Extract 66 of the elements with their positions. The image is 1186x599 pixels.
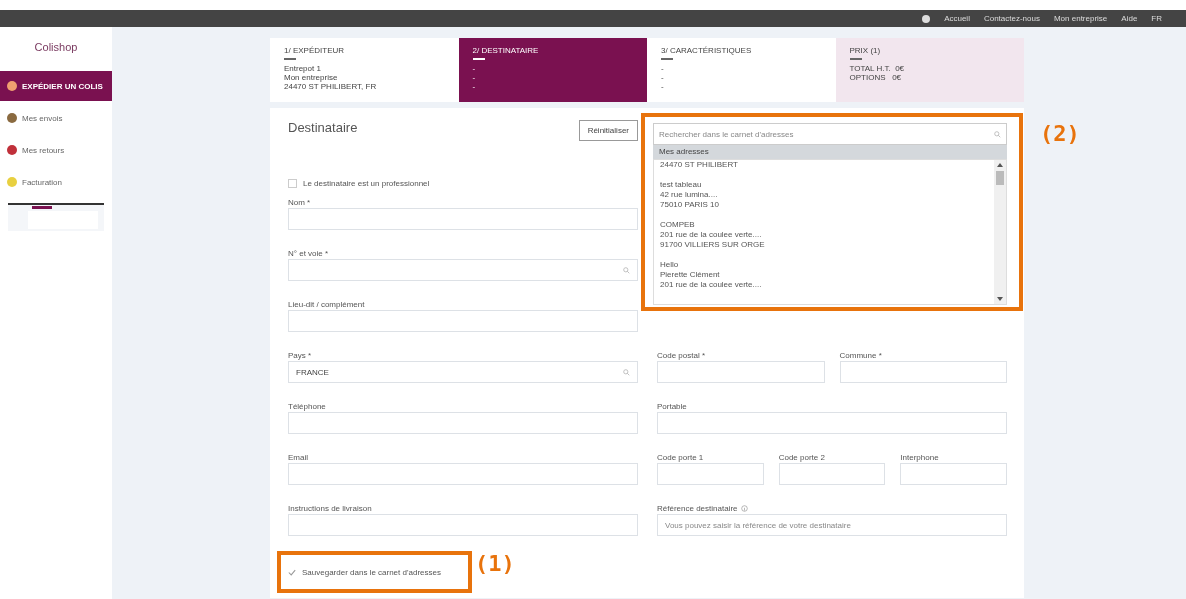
input-field[interactable] (657, 412, 1007, 434)
input-field[interactable] (288, 463, 638, 485)
field-label: Pays * (288, 350, 312, 360)
annotation-label: (2) (1040, 121, 1080, 146)
top-link[interactable]: Aide (1121, 14, 1138, 23)
sidebar-item[interactable]: EXPÉDIER UN COLIS (0, 71, 112, 101)
input-field[interactable] (288, 514, 638, 536)
up-arrow-icon[interactable] (997, 163, 1003, 167)
field-label: Code postal * (657, 350, 706, 360)
checkbox[interactable] (287, 567, 296, 577)
field-label: N° et voie * (288, 248, 329, 258)
input-field[interactable] (657, 463, 764, 485)
sidebar-item[interactable]: Mes envois (0, 103, 112, 133)
info-icon (740, 504, 748, 512)
field-label: Email (288, 452, 308, 462)
sidebar-item[interactable]: Facturation (0, 167, 112, 197)
top-link[interactable]: Contactez-nous (983, 14, 1040, 23)
search-icon (994, 130, 1001, 138)
input-field[interactable] (900, 463, 1007, 485)
search-icon (623, 266, 630, 274)
globe-icon[interactable] (922, 14, 931, 23)
form-title: Destinataire (288, 120, 358, 135)
top-link[interactable]: FR (1151, 14, 1162, 23)
field-label: Code porte 2 (778, 452, 825, 462)
top-link[interactable]: Accueil (944, 14, 970, 23)
checkbox-label: Sauvegarder dans le carnet d'adresses (302, 567, 441, 577)
field-label: Commune * (839, 350, 882, 360)
field-label: Interphone (900, 452, 939, 462)
logo: Colishop (33, 41, 79, 53)
field-label: Nom * (288, 197, 311, 207)
input-field[interactable] (778, 463, 886, 485)
address-option[interactable]: 24470 ST PHILIBERT (660, 160, 988, 170)
field-label: Code porte 1 (657, 452, 704, 462)
input-field[interactable]: Vous pouvez saisir la référence de votre destinataire (657, 514, 1007, 536)
field-label: Lieu-dit / complément (288, 299, 365, 309)
top-link[interactable]: Mon entreprise (1053, 14, 1108, 23)
input-field[interactable] (288, 310, 638, 332)
step-tab[interactable]: 2/ DESTINATAIRE - - - (458, 38, 647, 102)
scrollbar[interactable] (994, 160, 1006, 304)
address-search-field[interactable]: Rechercher dans le carnet d'adresses (653, 123, 1007, 145)
input-field[interactable] (288, 208, 638, 230)
search-icon (623, 368, 630, 376)
step-tab[interactable]: 1/ EXPÉDITEUR Entrepot 1 Mon entreprise 24470 ST PHILIBERT, FR (270, 38, 459, 102)
field-label: Instructions de livraison (288, 503, 372, 513)
step-tab[interactable]: 3/ CARACTÉRISTIQUES - - - (647, 38, 836, 102)
checkbox-label: Le destinataire est un professionnel (303, 178, 430, 188)
input-field[interactable] (288, 412, 638, 434)
sidebar-item[interactable]: Mes retours (0, 135, 112, 165)
annotation-label: (1) (475, 551, 515, 576)
input-field[interactable]: FRANCE (288, 361, 638, 383)
checkbox[interactable] (288, 178, 297, 188)
down-arrow-icon[interactable] (997, 297, 1003, 301)
input-field[interactable] (288, 259, 638, 281)
checkmark-icon (287, 568, 296, 576)
reset-button[interactable]: Réinitialiser (578, 120, 638, 141)
scrollbar-thumb[interactable] (996, 171, 1004, 185)
group-header: Mes adresses (653, 145, 1007, 159)
field-label: Téléphone (288, 401, 326, 411)
field-label: Référence destinataire (657, 503, 738, 513)
input-field[interactable] (839, 361, 1007, 383)
address-option[interactable]: test tableau 42 rue lumina.... 75010 PARIS 10 (660, 180, 988, 210)
address-option[interactable]: COMPEB 201 rue de la coulee verte.... 91700 VILLIERS SUR ORGE (660, 220, 988, 250)
field-label: Portable (657, 401, 687, 411)
address-option[interactable]: Hello Pierette Clément 201 rue de la coulee verte.... (660, 260, 988, 290)
input-field[interactable] (657, 361, 825, 383)
price-panel: PRIX (1) TOTAL H.T. 0€ OPTIONS 0€ (835, 38, 1024, 102)
